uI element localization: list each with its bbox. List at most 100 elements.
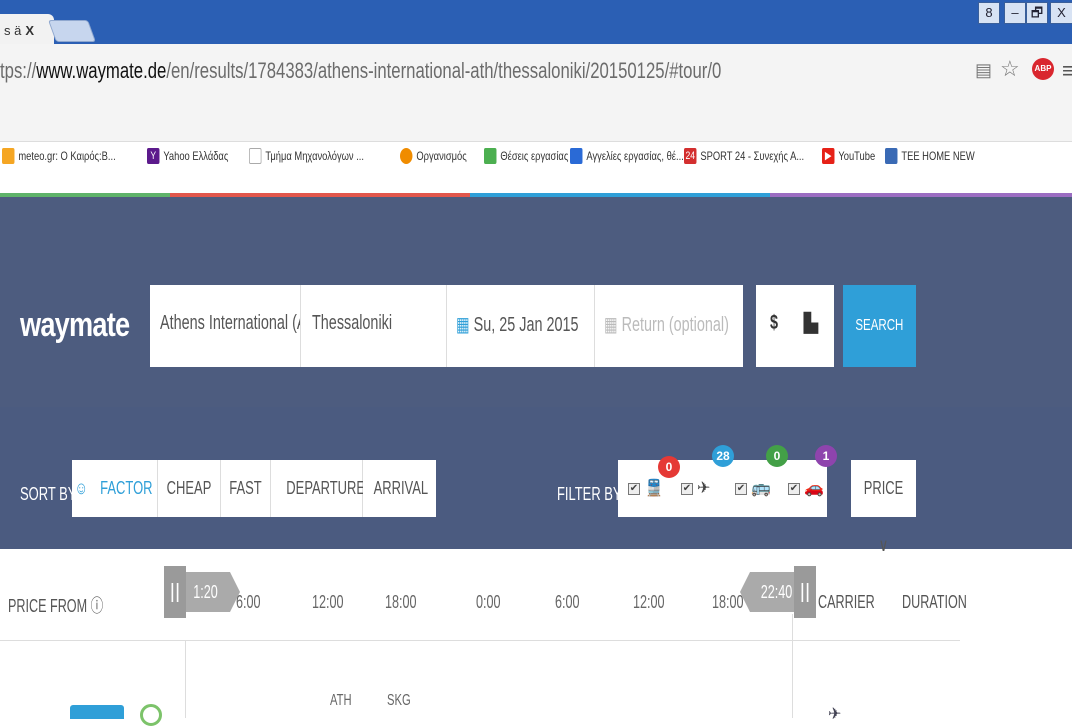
return-placeholder: Return (optional) [621,314,729,336]
sort-fast-button[interactable]: FAST [221,460,271,517]
bookmark-item[interactable]: ▶ YouTube [822,148,875,164]
bookmark-item[interactable]: Αγγελίες εργασίας, θέ... [570,148,684,164]
bookmark-label: YouTube [838,149,876,163]
bookmark-item[interactable]: Y Yahoo Ελλάδας [147,148,228,164]
column-divider [185,640,186,718]
filter-by-label: FILTER BY [557,484,622,504]
translate-icon[interactable]: ▤ [975,60,992,81]
currency-button[interactable]: $ [770,312,778,335]
tee-icon [885,148,898,164]
waymate-logo[interactable]: waymate [20,306,130,345]
return-input-placeholder: ▦ Return (optional) [604,312,729,337]
browser-tab[interactable]: s äX [0,14,54,44]
price-filter-button[interactable]: PRICE ∨ [851,460,916,555]
sort-arrival-button[interactable]: ARRIVAL [363,460,436,517]
bookmark-item[interactable]: Θέσεις εργασίας [484,148,568,164]
timeline-start-handle[interactable]: || [164,566,186,618]
menu-icon[interactable]: ≡ [1062,58,1072,84]
filter-car[interactable]: ✔ 🚗 [788,478,824,498]
car-count-badge: 1 [815,445,837,467]
checkbox[interactable]: ✔ [735,482,747,495]
timeline-tick: 6:00 [555,592,580,612]
checkbox[interactable]: ✔ [788,482,800,495]
url-domain: www.waymate.de [36,58,167,83]
departure-airport-code: ATH [330,692,352,709]
youtube-icon: ▶ [822,148,835,164]
minimize-button[interactable]: – [1004,2,1026,24]
seat-icon[interactable]: ▙ [804,313,818,334]
sort-factor-button[interactable]: ☺ FACTOR [72,460,158,517]
search-button[interactable]: SEARCH [843,285,916,367]
select-result-button[interactable] [70,705,124,719]
ads-icon [570,148,583,164]
jobs-icon [484,148,497,164]
bookmark-star-icon[interactable]: ☆ [1000,56,1020,82]
column-divider [792,614,793,718]
calendar-icon: ▦ [604,314,618,336]
bus-icon: 🚌 [751,480,771,497]
bookmark-label: Αγγελίες εργασίας, θέ... [586,149,684,163]
browser-titlebar [0,0,1072,44]
yahoo-icon: Y [147,148,160,164]
bookmark-label: Θέσεις εργασίας [500,149,569,163]
bookmark-item[interactable]: Τμήμα Μηχανολόγων ... [249,148,364,164]
page-icon [249,148,262,164]
timeline-end-handle[interactable]: || [794,566,816,618]
address-bar[interactable]: tps://www.waymate.de/en/results/1784383/… [0,58,721,84]
maximize-button[interactable]: 🗗 [1026,2,1048,24]
header-divider [0,640,960,641]
carrier-header[interactable]: CARRIER [818,592,875,613]
bookmark-item[interactable]: TEE HOME NEW [885,148,975,164]
timeline-tick: 6:00 [236,592,261,612]
plane-icon: ✈ [697,480,711,497]
date-value: Su, 25 Jan 2015 [473,314,579,336]
bookmark-item[interactable]: Οργανισμός [400,148,467,164]
new-tab-button[interactable] [47,20,97,42]
bookmark-label: Yahoo Ελλάδας [163,149,229,163]
timeline-tick: 12:00 [633,592,665,612]
bookmark-label: TEE HOME NEW [901,149,975,163]
tab-title: s ä [4,23,22,38]
bookmark-item[interactable]: meteo.gr: Ο Καιρός:Β... [2,148,116,164]
end-time-badge: 22:40 [750,572,794,612]
start-time-badge: 1:20 [186,572,230,612]
adblock-icon[interactable]: ABP [1032,58,1054,80]
date-input-value: ▦ Su, 25 Jan 2015 [456,312,579,337]
checkbox[interactable]: ✔ [628,482,640,495]
sort-cheap-button[interactable]: CHEAP [158,460,221,517]
timeline-tick: 18:00 [385,592,417,612]
checkbox[interactable]: ✔ [681,482,693,495]
url-path: /en/results/1784383/athens-international… [166,58,722,83]
filter-train[interactable]: ✔ 🚆 [628,478,664,498]
arrival-airport-code: SKG [387,692,411,709]
to-input-value: Thessaloniki [312,312,393,334]
sort-option-label: DEPARTURE [286,478,366,498]
car-icon: 🚗 [804,480,824,497]
sort-departure-button[interactable]: DEPARTURE [271,460,366,517]
filter-plane[interactable]: ✔ ✈ [681,478,710,498]
search-button-label: SEARCH [855,317,904,334]
close-window-button[interactable]: X [1050,2,1072,24]
bookmark-label: Οργανισμός [416,149,467,163]
bus-count-badge: 0 [766,445,788,467]
bookmark-label: SPORT 24 - Συνεχής Α... [700,149,805,163]
meteo-icon [2,148,15,164]
sort-option-label: FAST [229,478,262,498]
filter-bus[interactable]: ✔ 🚌 [735,478,771,498]
price-from-header[interactable]: PRICE FROM ⓘ [8,592,103,618]
timeline-tick: 18:00 [712,592,744,612]
sort-option-label: FACTOR [100,478,153,498]
timeline-tick: 12:00 [312,592,344,612]
train-count-badge: 0 [658,456,680,478]
start-time-label: 1:20 [193,582,218,602]
duration-header[interactable]: DURATION [902,592,967,613]
bookmark-item[interactable]: 24 SPORT 24 - Συνεχής Α... [684,148,804,164]
smile-icon: ☺ [74,478,88,498]
sport24-icon: 24 [684,148,697,164]
oaed-icon [400,148,413,164]
timeline-tick: 0:00 [476,592,501,612]
options-group [756,285,834,367]
sort-option-label: CHEAP [166,478,212,498]
user-icon[interactable]: 8 [978,2,1000,24]
tab-close-icon[interactable]: X [25,23,34,38]
